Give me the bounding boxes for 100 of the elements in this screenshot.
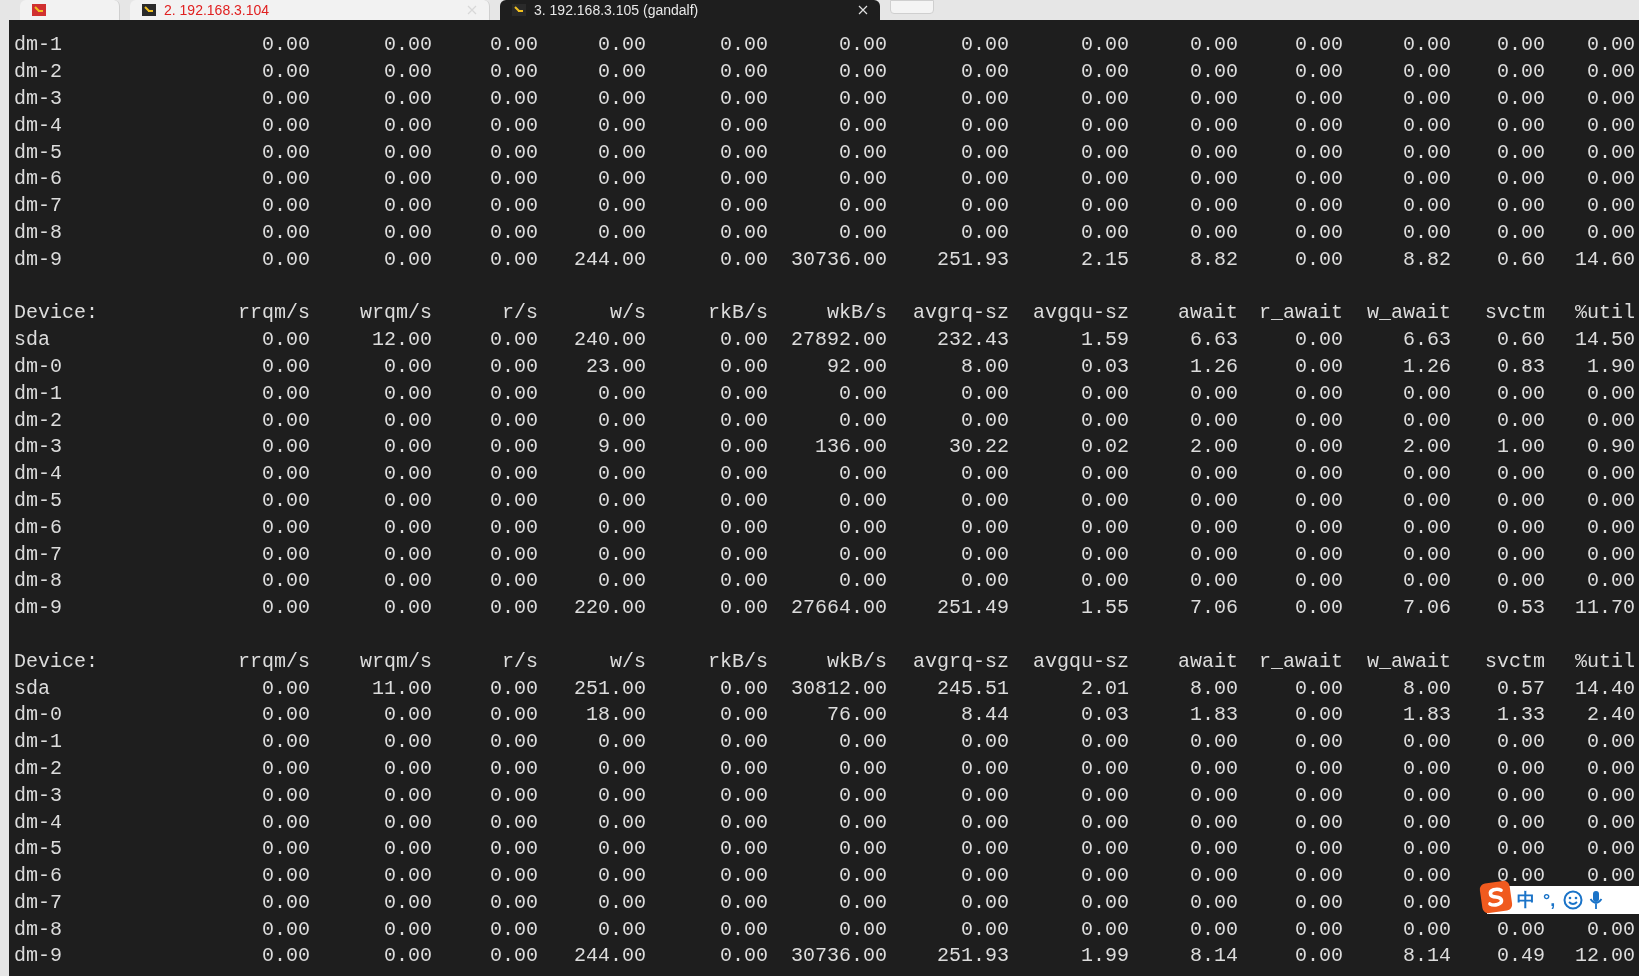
stat-value: 0.00 — [719, 517, 768, 538]
stat-value: 0.00 — [597, 89, 646, 109]
stat-value: 0.00 — [1080, 62, 1129, 83]
stat-value: 251.93 — [936, 946, 1009, 967]
stat-value: 0.00 — [838, 866, 887, 887]
stat-value: 0.00 — [1189, 785, 1238, 806]
stat-value: 0.00 — [838, 383, 887, 404]
stat-value: 0.00 — [383, 812, 432, 833]
stat-value: 0.00 — [960, 785, 1009, 806]
close-icon[interactable] — [858, 5, 868, 15]
stat-value: 0.00 — [1189, 410, 1238, 431]
terminal-tab[interactable]: 3. 192.168.3.105 (gandalf) — [500, 0, 880, 20]
column-header: r_await — [1258, 651, 1343, 672]
stat-value: 0.00 — [1496, 839, 1545, 860]
device-name: dm-9 — [14, 598, 63, 619]
stat-value: 0.00 — [1189, 517, 1238, 538]
device-name: dm-6 — [14, 517, 63, 538]
stat-value: 0.00 — [1496, 142, 1545, 163]
stat-value: 0.00 — [597, 892, 646, 913]
stat-value: 0.00 — [960, 839, 1009, 860]
stat-value: 0.00 — [1189, 892, 1238, 913]
stat-value: 0.00 — [838, 142, 887, 163]
device-name: dm-8 — [14, 919, 63, 940]
stat-value: 1.33 — [1496, 705, 1545, 726]
stat-value: 0.00 — [1496, 410, 1545, 431]
stat-value: 0.00 — [1080, 812, 1129, 833]
stat-value: 0.00 — [1496, 758, 1545, 779]
stat-value: 0.00 — [1294, 62, 1343, 83]
stat-value: 0.00 — [719, 866, 768, 887]
smiley-icon[interactable] — [1563, 890, 1584, 910]
stat-value: 0.00 — [719, 571, 768, 592]
stat-value: 0.00 — [1080, 115, 1129, 136]
stat-value: 0.00 — [261, 35, 310, 56]
stat-value: 0.00 — [960, 464, 1009, 485]
stat-value: 0.00 — [383, 758, 432, 779]
stat-value: 0.00 — [383, 169, 432, 190]
device-name: dm-4 — [14, 464, 63, 485]
stat-value: 0.00 — [489, 517, 538, 538]
stat-value: 0.00 — [1586, 839, 1635, 860]
stat-value: 0.00 — [1402, 812, 1451, 833]
stat-value: 0.00 — [597, 785, 646, 806]
stat-value: 0.00 — [1294, 919, 1343, 940]
column-header: %util — [1574, 651, 1635, 672]
stat-value: 251.93 — [936, 249, 1009, 270]
stat-value: 0.00 — [261, 785, 310, 806]
stat-value: 0.00 — [489, 812, 538, 833]
stat-value: 0.00 — [489, 892, 538, 913]
stat-value: 251.00 — [573, 678, 646, 699]
stat-value: 0.00 — [383, 196, 432, 217]
terminal-icon — [512, 4, 526, 16]
device-name: dm-1 — [14, 732, 63, 753]
stat-value: 0.00 — [1189, 490, 1238, 511]
stat-value: 0.00 — [1080, 544, 1129, 565]
column-header: r/s — [501, 303, 538, 324]
stat-value: 0.00 — [261, 222, 310, 243]
stat-value: 0.00 — [1294, 142, 1343, 163]
stat-value: 0.00 — [383, 919, 432, 940]
stat-value: 0.00 — [1294, 330, 1343, 351]
stat-value: 0.00 — [261, 758, 310, 779]
stat-value: 0.00 — [1080, 490, 1129, 511]
microphone-icon[interactable] — [1589, 890, 1604, 910]
stat-value: 8.44 — [960, 705, 1009, 726]
stat-value: 0.00 — [719, 330, 768, 351]
stat-value: 0.00 — [1080, 571, 1129, 592]
stat-value: 0.00 — [838, 812, 887, 833]
stat-value: 0.00 — [489, 839, 538, 860]
stat-value: 0.00 — [1586, 812, 1635, 833]
stat-value: 0.90 — [1586, 437, 1635, 458]
stat-value: 0.00 — [1080, 758, 1129, 779]
stat-value: 0.53 — [1496, 598, 1545, 619]
stat-value: 0.00 — [1586, 464, 1635, 485]
stat-value: 0.00 — [838, 464, 887, 485]
stat-value: 240.00 — [573, 330, 646, 351]
terminal-tab[interactable] — [20, 0, 120, 20]
stat-value: 1.83 — [1402, 705, 1451, 726]
stat-value: 0.00 — [719, 249, 768, 270]
stat-value: 0.00 — [489, 249, 538, 270]
device-name: dm-1 — [14, 383, 63, 404]
stat-value: 0.00 — [719, 222, 768, 243]
input-mode-indicator[interactable]: 中 — [1517, 886, 1535, 914]
stat-value: 8.14 — [1402, 946, 1451, 967]
stat-value: 0.00 — [1586, 919, 1635, 940]
stat-value: 0.00 — [1294, 839, 1343, 860]
device-name: dm-9 — [14, 249, 63, 270]
stat-value: 0.00 — [383, 410, 432, 431]
stat-value: 0.00 — [719, 705, 768, 726]
stat-value: 0.00 — [489, 598, 538, 619]
stat-value: 0.00 — [261, 383, 310, 404]
stat-value: 0.00 — [489, 705, 538, 726]
stat-value: 0.00 — [1402, 410, 1451, 431]
terminal-tab[interactable]: 2. 192.168.3.104 — [130, 0, 490, 20]
stat-value: 12.00 — [371, 330, 432, 351]
stat-value: 0.00 — [1294, 892, 1343, 913]
stat-value: 0.00 — [960, 919, 1009, 940]
stat-value: 0.00 — [489, 946, 538, 967]
column-header: %util — [1574, 303, 1635, 324]
punctuation-mode-indicator[interactable]: °, — [1543, 886, 1556, 914]
stat-value: 0.00 — [489, 62, 538, 83]
stat-value: 0.00 — [960, 169, 1009, 190]
stat-value: 0.00 — [1402, 115, 1451, 136]
